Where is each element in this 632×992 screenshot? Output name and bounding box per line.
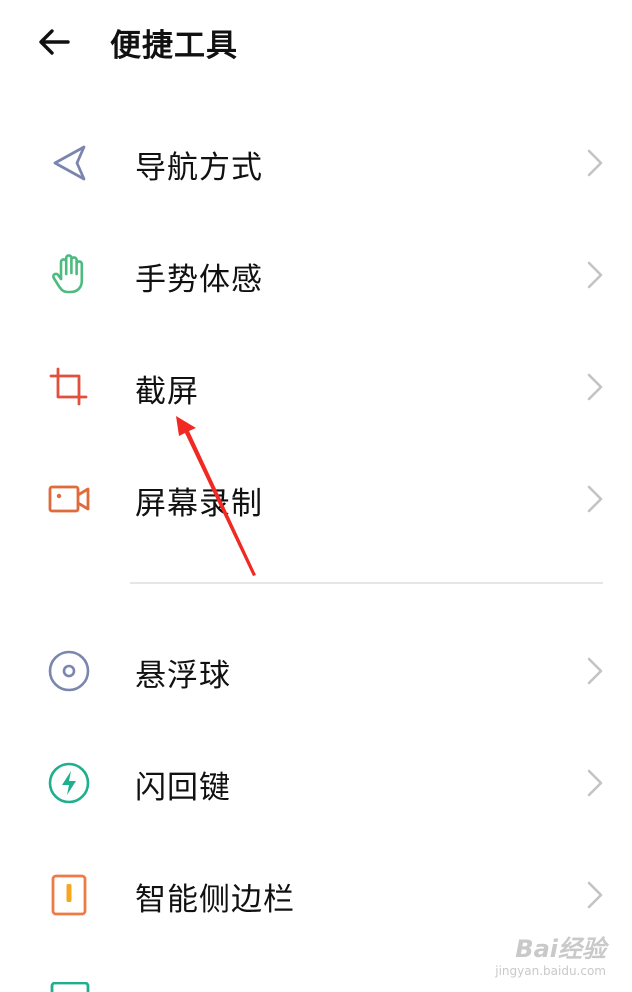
chevron-right-icon <box>587 149 603 177</box>
list-item-label: 截屏 <box>135 374 199 410</box>
chevron-right-icon <box>587 261 603 289</box>
list-item-label: 屏幕录制 <box>135 486 263 522</box>
list-item-floating-ball[interactable]: 悬浮球 <box>0 614 632 726</box>
next-item-icon-partial <box>50 982 90 992</box>
watermark: Bai经验 jingyan.baidu.com <box>495 929 606 978</box>
video-camera-icon <box>48 485 90 513</box>
list-item-label: 智能侧边栏 <box>135 882 295 918</box>
watermark-url: jingyan.baidu.com <box>495 964 606 978</box>
hand-icon <box>52 254 84 294</box>
chevron-right-icon <box>587 657 603 685</box>
chevron-right-icon <box>587 881 603 909</box>
list-item-navigation[interactable]: 导航方式 <box>0 106 632 218</box>
chevron-right-icon <box>587 769 603 797</box>
list-item-flash-key[interactable]: 闪回键 <box>0 726 632 838</box>
flash-icon <box>48 762 90 804</box>
list-item-screenshot[interactable]: 截屏 <box>0 330 632 442</box>
back-arrow-icon[interactable] <box>34 22 74 62</box>
list-item-label: 导航方式 <box>135 150 263 186</box>
list-item-label: 悬浮球 <box>135 658 231 694</box>
sidebar-icon <box>51 874 87 916</box>
chevron-right-icon <box>587 485 603 513</box>
crop-icon <box>49 367 88 406</box>
list-item-gestures[interactable]: 手势体感 <box>0 218 632 330</box>
page-title: 便捷工具 <box>110 28 238 64</box>
list-item-label: 闪回键 <box>135 770 231 806</box>
section-divider <box>130 582 603 584</box>
list-item-screen-record[interactable]: 屏幕录制 <box>0 442 632 554</box>
watermark-logo: Bai经验 <box>515 935 606 963</box>
navigation-arrow-icon <box>53 145 86 181</box>
header: 便捷工具 <box>0 0 632 86</box>
floating-ball-icon <box>48 650 90 692</box>
list-item-label: 手势体感 <box>135 262 263 298</box>
chevron-right-icon <box>587 373 603 401</box>
